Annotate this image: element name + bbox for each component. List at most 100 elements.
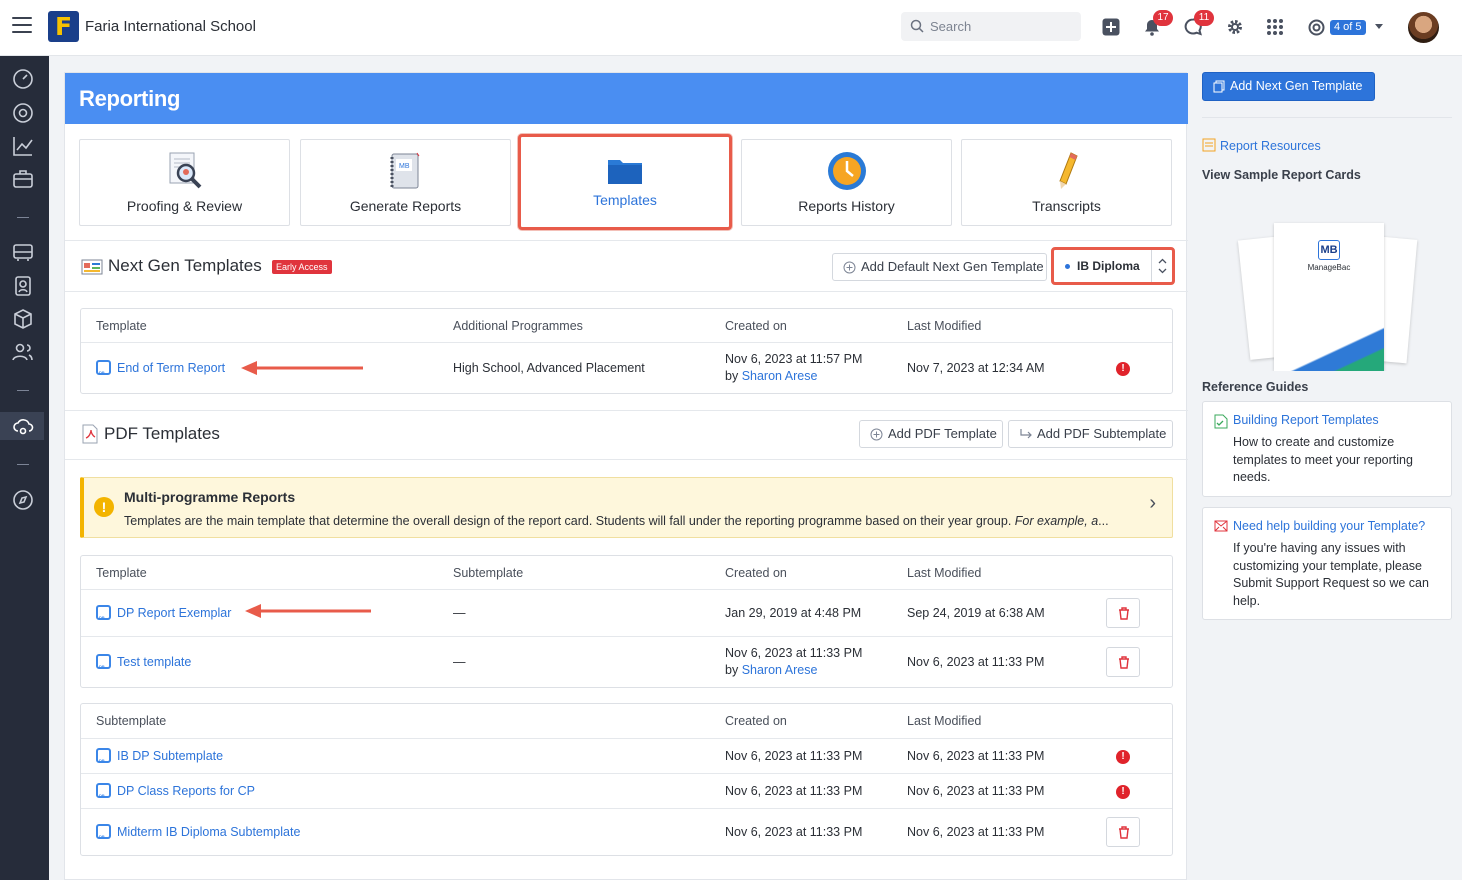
pdf-file-icon — [82, 424, 98, 444]
error-alert-icon[interactable]: ! — [1116, 362, 1130, 376]
add-circle-icon — [870, 428, 883, 441]
guide-title[interactable]: Need help building your Template? — [1233, 519, 1425, 533]
menu-icon[interactable] — [12, 17, 32, 35]
lifebuoy-icon[interactable] — [1308, 19, 1325, 39]
last-modified: Nov 6, 2023 at 11:33 PM — [907, 655, 1045, 669]
delete-button[interactable] — [1106, 647, 1140, 677]
programme-select[interactable]: IB Diploma — [1051, 247, 1175, 285]
template-file-icon — [96, 748, 111, 769]
error-alert-icon[interactable]: ! — [1116, 750, 1130, 764]
tile-reports-history[interactable]: Reports History — [741, 139, 952, 226]
top-bar: F Faria International School Search 17 1… — [0, 0, 1462, 56]
preview-brand: ManageBac — [1307, 263, 1351, 272]
divider — [81, 808, 1172, 809]
table-row: DP Class Reports for CP — [96, 783, 255, 804]
notifications-button[interactable]: 17 — [1143, 10, 1173, 39]
sample-report-preview[interactable]: MB ManageBac — [1202, 215, 1452, 371]
compass-icon[interactable] — [12, 102, 34, 124]
template-file-icon — [96, 605, 111, 626]
tile-label: Transcripts — [1032, 198, 1101, 214]
chevron-down-icon[interactable] — [1375, 24, 1383, 29]
page-title: Reporting — [79, 86, 181, 111]
divider — [81, 738, 1172, 739]
notice-italic: For example, a — [1014, 514, 1099, 528]
apps-grid-icon[interactable] — [1266, 18, 1284, 39]
briefcase-icon[interactable] — [12, 168, 34, 190]
table-row: Midterm IB Diploma Subtemplate — [96, 824, 300, 845]
created-on: Nov 6, 2023 at 11:33 PM — [725, 825, 863, 839]
school-logo[interactable]: F — [48, 11, 79, 42]
warning-icon: ! — [94, 497, 114, 517]
tile-label: Templates — [593, 192, 657, 208]
template-file-icon — [96, 360, 111, 381]
guide-card[interactable]: Need help building your Template? If you… — [1202, 507, 1452, 620]
account-switcher[interactable]: 4 of 5 — [1330, 20, 1366, 35]
delete-button[interactable] — [1106, 598, 1140, 628]
guide-card[interactable]: Building Report Templates How to create … — [1202, 401, 1452, 497]
add-pdf-template-button[interactable]: Add PDF Template — [859, 420, 1003, 448]
gear-icon[interactable] — [1226, 18, 1244, 39]
divider — [65, 459, 1188, 460]
chevron-right-icon[interactable]: › — [1149, 492, 1156, 515]
error-alert-icon[interactable]: ! — [1116, 785, 1130, 799]
student-badge-icon[interactable] — [12, 275, 34, 297]
report-resources-link[interactable]: Report Resources — [1202, 138, 1321, 153]
tile-templates[interactable]: Templates — [518, 134, 732, 230]
template-file-icon — [96, 783, 111, 804]
add-pdf-subtemplate-button[interactable]: Add PDF Subtemplate — [1008, 420, 1173, 448]
messages-button[interactable]: 11 — [1184, 10, 1214, 39]
subtemplate-link[interactable]: Midterm IB Diploma Subtemplate — [117, 825, 300, 839]
column-header: Additional Programmes — [453, 319, 583, 333]
explore-compass-icon[interactable] — [12, 489, 34, 511]
cloud-settings-icon[interactable] — [12, 415, 34, 437]
notice-title: Multi-programme Reports — [124, 489, 296, 505]
bus-icon[interactable] — [12, 242, 34, 264]
select-spinner-icon[interactable] — [1151, 250, 1172, 282]
chart-line-icon[interactable] — [12, 135, 34, 157]
reporting-panel: Reporting Proofing & Review MB Generate … — [64, 72, 1188, 880]
divider — [65, 291, 1188, 292]
column-header: Subtemplate — [96, 714, 167, 728]
table-row: DP Report Exemplar — [96, 605, 231, 626]
add-icon[interactable] — [1102, 18, 1120, 39]
tile-proofing-review[interactable]: Proofing & Review — [79, 139, 290, 226]
divider — [65, 240, 1188, 241]
school-name[interactable]: Faria International School — [85, 18, 256, 35]
selected-dot-icon — [1065, 264, 1070, 269]
last-modified: Sep 24, 2019 at 6:38 AM — [907, 606, 1045, 620]
created-by-link[interactable]: Sharon Arese — [742, 369, 818, 383]
delete-button[interactable] — [1106, 817, 1140, 847]
pencil-icon — [1058, 152, 1078, 189]
tile-generate-reports[interactable]: MB Generate Reports — [300, 139, 511, 226]
dashboard-gauge-icon[interactable] — [12, 68, 34, 90]
search-placeholder: Search — [930, 19, 972, 34]
guide-title[interactable]: Building Report Templates — [1233, 413, 1379, 427]
tile-transcripts[interactable]: Transcripts — [961, 139, 1172, 226]
document-list-icon — [1202, 138, 1216, 152]
next-gen-templates-table: Template Additional Programmes Created o… — [80, 308, 1173, 394]
created-on: Nov 6, 2023 at 11:33 PM — [725, 784, 863, 798]
notice-body: Templates are the main template that det… — [124, 514, 1109, 528]
tile-label: Reports History — [798, 198, 895, 214]
report-resources-label[interactable]: Report Resources — [1220, 139, 1321, 153]
template-link[interactable]: Test template — [117, 655, 191, 669]
subtemplate-link[interactable]: IB DP Subtemplate — [117, 749, 223, 763]
created-on: Nov 6, 2023 at 11:33 PM by Sharon Arese — [725, 645, 862, 679]
mail-icon — [1214, 520, 1228, 532]
users-icon[interactable] — [12, 341, 34, 363]
multi-programme-notice[interactable]: ! Multi-programme Reports Templates are … — [80, 477, 1173, 538]
add-next-gen-template-button[interactable]: Add Next Gen Template — [1202, 72, 1375, 101]
cube-icon[interactable] — [12, 308, 34, 330]
svg-text:MB: MB — [399, 163, 410, 170]
search-input[interactable]: Search — [901, 12, 1081, 41]
column-header: Template — [96, 566, 147, 580]
divider — [65, 410, 1188, 411]
created-by-link[interactable]: Sharon Arese — [742, 663, 818, 677]
avatar[interactable] — [1408, 12, 1439, 43]
preview-sheet: MB ManageBac — [1274, 223, 1384, 371]
subtemplate-value: — — [453, 655, 466, 669]
template-link[interactable]: DP Report Exemplar — [117, 606, 231, 620]
add-default-next-gen-template-button[interactable]: Add Default Next Gen Template — [832, 253, 1047, 281]
template-link[interactable]: End of Term Report — [117, 361, 225, 375]
subtemplate-link[interactable]: DP Class Reports for CP — [117, 784, 255, 798]
